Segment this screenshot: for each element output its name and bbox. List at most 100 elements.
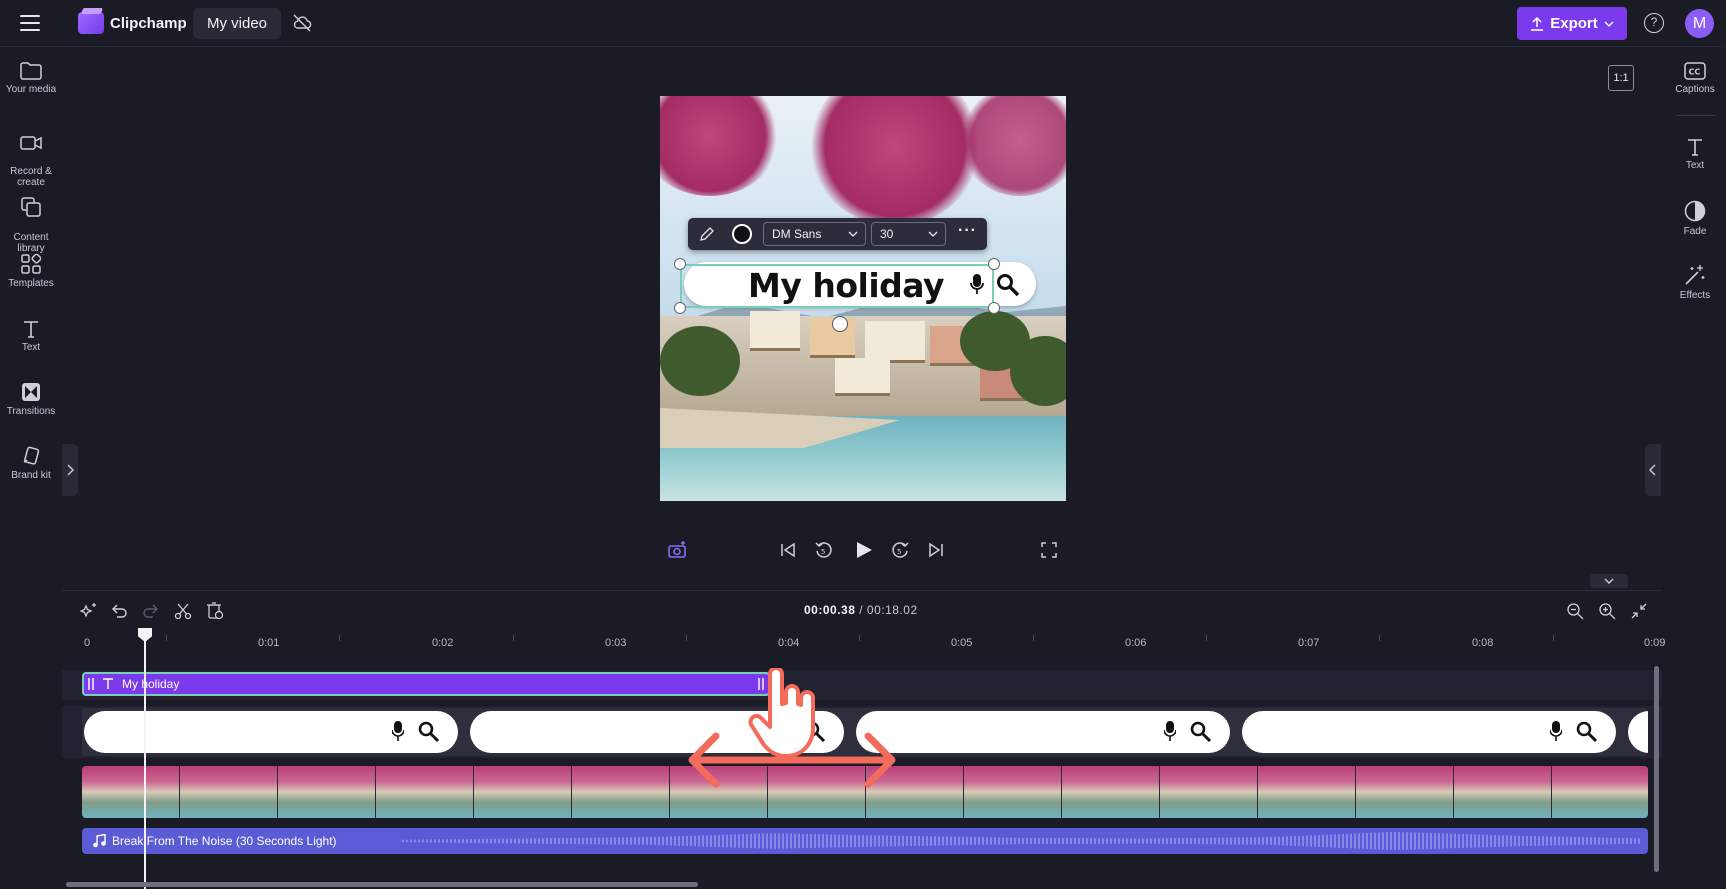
video-thumbnail <box>1454 766 1552 818</box>
preview-house <box>750 311 800 351</box>
ruler-tick <box>1379 635 1380 641</box>
forward-5-icon[interactable]: 5 <box>890 538 910 562</box>
effects-icon <box>1685 265 1705 285</box>
top-bar: Clipchamp My video Export ? M <box>0 0 1726 47</box>
hand-cursor-icon <box>748 668 815 758</box>
scissors-icon[interactable] <box>174 602 192 620</box>
fullscreen-icon[interactable] <box>1040 538 1058 562</box>
font-size-select[interactable]: 30 <box>871 222 946 246</box>
resize-handle[interactable] <box>674 258 686 270</box>
audio-clip[interactable]: Break From The Noise (30 Seconds Light) <box>82 828 1648 854</box>
zoom-in-icon[interactable] <box>1598 602 1616 620</box>
sidebar-item-content-library[interactable]: Content library <box>0 186 62 254</box>
sidebar-item-label: Templates <box>8 278 54 289</box>
sidebar-item-label: Transitions <box>6 406 56 417</box>
svg-text:CC: CC <box>1689 68 1701 77</box>
sidebar-item-effects[interactable]: Effects <box>1664 264 1726 301</box>
text-color-swatch[interactable] <box>732 224 752 244</box>
total-time: 00:18.02 <box>866 603 918 617</box>
sidebar-item-transitions[interactable]: Transitions <box>0 382 62 417</box>
rewind-5-icon[interactable]: 5 <box>814 538 834 562</box>
overlay-clip-frame <box>84 711 458 753</box>
sidebar-item-templates[interactable]: Templates <box>0 254 62 289</box>
cloud-off-icon[interactable] <box>292 14 312 32</box>
rotate-handle-icon[interactable] <box>832 316 848 332</box>
resize-handle[interactable] <box>988 302 1000 314</box>
video-thumbnail <box>82 766 180 818</box>
fit-timeline-icon[interactable] <box>1630 602 1648 620</box>
sidebar-item-label: Effects <box>1679 290 1711 301</box>
ruler-label: 0:09 <box>1644 637 1666 649</box>
avatar[interactable]: M <box>1685 9 1714 38</box>
playhead[interactable] <box>144 628 146 889</box>
sidebar-item-fade[interactable]: Fade <box>1664 200 1726 237</box>
sidebar-item-brand-kit[interactable]: Brand kit <box>0 446 62 481</box>
time-separator: / <box>859 603 864 617</box>
ruler-tick <box>1206 635 1207 641</box>
more-options-icon[interactable]: ··· <box>958 222 977 240</box>
resize-handle[interactable] <box>674 302 686 314</box>
microphone-icon <box>1164 721 1176 741</box>
video-thumbnail <box>278 766 376 818</box>
sidebar-item-label: Content library <box>13 232 49 254</box>
ruler-label: 0 <box>84 637 91 649</box>
trim-handle-left-icon[interactable] <box>88 678 94 690</box>
search-icon <box>1190 721 1212 743</box>
undo-icon[interactable] <box>110 602 128 620</box>
ruler-label: 0:04 <box>778 637 800 649</box>
sidebar-item-label: Brand kit <box>11 470 51 481</box>
sidebar-item-your-media[interactable]: Your media <box>0 62 62 95</box>
text-icon <box>1688 139 1702 156</box>
selection-box <box>680 264 994 308</box>
overlay-clip-frame <box>1242 711 1616 753</box>
font-select[interactable]: DM Sans <box>763 222 866 246</box>
delete-icon[interactable] <box>206 602 224 620</box>
sidebar-item-captions[interactable]: CC Captions <box>1664 62 1726 95</box>
text-format-toolbar: DM Sans 30 ··· <box>688 218 987 250</box>
export-button[interactable]: Export <box>1517 7 1627 40</box>
sidebar-item-text[interactable]: Text <box>0 320 62 353</box>
skip-forward-icon[interactable] <box>928 538 944 562</box>
zoom-out-icon[interactable] <box>1566 602 1584 620</box>
chevron-down-icon <box>848 231 858 237</box>
microphone-icon <box>392 721 404 741</box>
collapse-left-panel-button[interactable] <box>62 444 78 496</box>
ruler-label: 0:05 <box>951 637 973 649</box>
pencil-icon[interactable] <box>698 225 716 243</box>
resize-handle[interactable] <box>988 258 1000 270</box>
play-icon[interactable] <box>854 538 874 562</box>
ruler-tick <box>339 635 340 641</box>
ruler-tick <box>166 635 167 641</box>
preview-house <box>835 358 890 396</box>
camera-icon <box>20 136 42 150</box>
ruler-tick <box>859 635 860 641</box>
chevron-right-icon <box>67 464 74 476</box>
sidebar-item-label: Captions <box>1675 84 1715 95</box>
magic-wand-icon[interactable] <box>80 602 98 620</box>
project-name-field[interactable]: My video <box>193 8 282 39</box>
sidebar-item-record-create[interactable]: Record & create <box>0 124 62 188</box>
collapse-right-panel-button[interactable] <box>1645 444 1661 496</box>
aspect-ratio-button[interactable]: 1:1 <box>1608 65 1634 91</box>
magic-camera-icon[interactable] <box>668 538 688 562</box>
video-thumbnail <box>474 766 572 818</box>
timeline-ruler[interactable]: 0 0:01 0:02 0:03 0:04 0:05 0:06 0:07 0:0… <box>62 631 1666 671</box>
font-select-value: DM Sans <box>772 227 822 241</box>
help-icon[interactable]: ? <box>1644 13 1664 33</box>
skip-back-icon[interactable] <box>780 538 796 562</box>
collapse-preview-button[interactable] <box>1590 574 1628 588</box>
overlay-clip-frame <box>856 711 1230 753</box>
menu-icon[interactable] <box>20 15 40 31</box>
text-clip[interactable]: My holiday <box>82 672 770 696</box>
ruler-label: 0:03 <box>605 637 627 649</box>
right-sidebar: CC Captions Text Fade Effects <box>1664 48 1726 889</box>
music-note-icon <box>93 834 106 848</box>
vertical-scrollbar[interactable] <box>1654 666 1659 872</box>
ruler-label: 0:06 <box>1125 637 1147 649</box>
sidebar-item-label: Record & create <box>10 166 52 188</box>
redo-icon[interactable] <box>142 602 160 620</box>
captions-icon: CC <box>1684 62 1706 80</box>
templates-icon <box>21 254 41 274</box>
sidebar-item-text-right[interactable]: Text <box>1664 138 1726 171</box>
horizontal-scrollbar[interactable] <box>66 882 698 887</box>
